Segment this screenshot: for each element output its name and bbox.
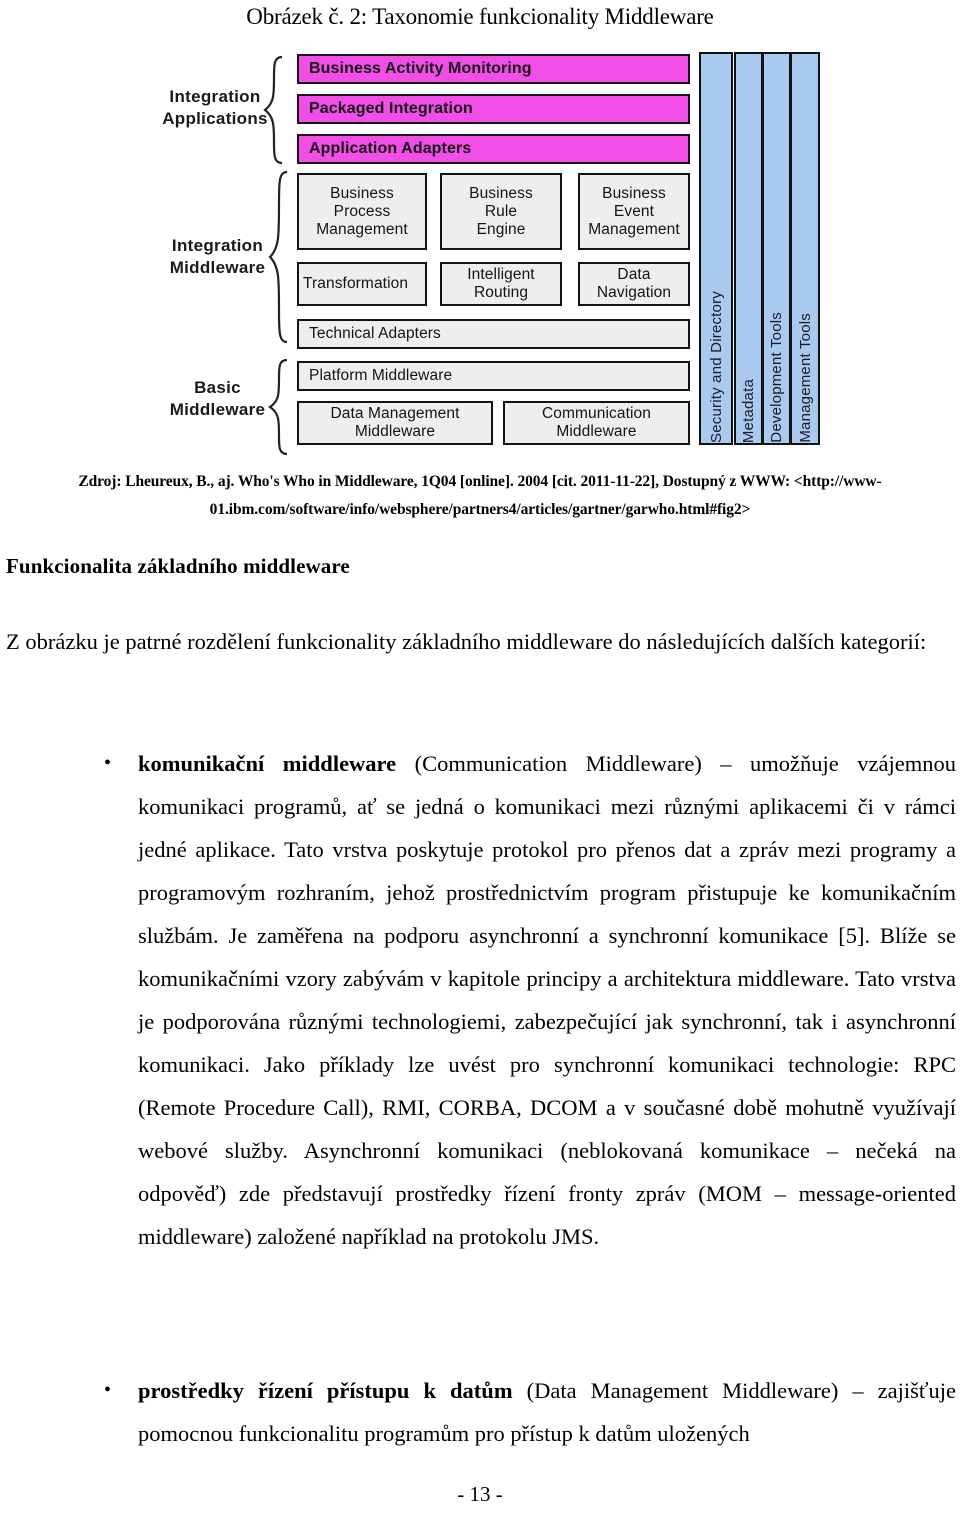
box-communication-middleware: Communication Middleware	[503, 401, 690, 445]
box-label-lines: Data Navigation	[580, 266, 688, 302]
box-label-lines: Data Management Middleware	[299, 405, 491, 441]
bullet-term: komunikační middleware	[138, 751, 397, 776]
box-label-line1: Business	[469, 184, 533, 202]
box-transformation: Transformation	[297, 262, 427, 306]
box-label-line3: Management	[588, 220, 680, 238]
figure-source-citation: Zdroj: Lheureux, B., aj. Who's Who in Mi…	[30, 468, 930, 524]
tier1-label-line1: Integration	[169, 87, 261, 106]
bullet-item-communication-middleware: • komunikační middleware (Communication …	[6, 742, 958, 1258]
box-label-line1: Transformation	[303, 275, 409, 292]
box-label-line2: Routing	[473, 284, 529, 301]
column-development-tools: Development Tools	[762, 52, 791, 445]
brace-integration-middleware	[267, 170, 289, 345]
box-label-lines: Platform Middleware	[309, 367, 688, 385]
box-platform-middleware: Platform Middleware	[297, 361, 690, 391]
tier3-label-line2: Middleware	[169, 400, 266, 419]
bullet-term: prostředky řízení přístupu k datům	[138, 1378, 513, 1403]
box-label-line1: Communication	[542, 405, 651, 422]
tier-label-integration-middleware: Integration Middleware	[150, 235, 285, 279]
column-management-tools: Management Tools	[790, 52, 820, 445]
box-label-lines: Transformation	[303, 275, 425, 293]
box-label: Business Activity Monitoring	[309, 60, 532, 77]
brace-basic-middleware	[267, 358, 289, 456]
source-line-2: 01.ibm.com/software/info/websphere/partn…	[209, 501, 751, 518]
box-label-line3: Management	[316, 220, 408, 238]
bullet-marker: •	[104, 752, 112, 774]
box-label-lines: Business Rule Engine	[442, 185, 560, 239]
box-label-line2: Rule	[484, 202, 518, 220]
box-business-activity-monitoring: Business Activity Monitoring	[297, 54, 690, 84]
box-label-line2: Event	[613, 202, 655, 220]
box-label: Application Adapters	[309, 140, 472, 157]
column-security-and-directory: Security and Directory	[699, 52, 733, 445]
box-data-navigation: Data Navigation	[578, 262, 690, 306]
box-label-lines: Business Event Management	[580, 185, 688, 239]
column-label: Security and Directory	[707, 291, 725, 443]
bullet-marker: •	[104, 1379, 112, 1401]
box-label: Packaged Integration	[309, 100, 473, 117]
box-business-event-management: Business Event Management	[578, 173, 690, 250]
box-label-line1: Business	[330, 184, 394, 202]
box-label-lines: Business Process Management	[299, 185, 425, 239]
tier-label-basic-middleware: Basic Middleware	[150, 377, 285, 421]
box-label-line2: Middleware	[354, 423, 436, 440]
figure-caption: Obrázek č. 2: Taxonomie funkcionality Mi…	[246, 4, 714, 29]
box-label-line3: Engine	[476, 220, 526, 238]
box-application-adapters: Application Adapters	[297, 134, 690, 164]
column-label: Development Tools	[768, 312, 785, 443]
box-label-line1: Data Management	[330, 405, 460, 422]
column-metadata: Metadata	[734, 52, 763, 445]
box-intelligent-routing: Intelligent Routing	[440, 262, 562, 306]
box-label-line1: Data	[617, 266, 651, 283]
page-number: - 13 -	[457, 1482, 503, 1506]
tier2-label-line1: Integration	[171, 236, 264, 255]
tier1-label-line2: Applications	[162, 109, 268, 128]
box-label-line1: Intelligent	[467, 266, 535, 283]
middleware-taxonomy-diagram: Integration Applications Business Activi…	[0, 42, 960, 457]
bullet-text: komunikační middleware (Communication Mi…	[138, 742, 958, 1258]
box-label-lines: Technical Adapters	[309, 325, 688, 343]
bullet-description: (Communication Middleware) – umožňuje vz…	[138, 751, 956, 1249]
box-label: Platform Middleware	[309, 367, 453, 384]
box-business-process-management: Business Process Management	[297, 173, 427, 250]
box-label-line2: Middleware	[556, 423, 637, 440]
box-packaged-integration: Packaged Integration	[297, 94, 690, 124]
box-technical-adapters: Technical Adapters	[297, 319, 690, 349]
intro-paragraph: Z obrázku je patrné rozdělení funkcional…	[6, 629, 927, 654]
box-label-lines: Intelligent Routing	[442, 266, 560, 302]
bullet-text: prostředky řízení přístupu k datům (Data…	[138, 1369, 958, 1455]
bullet-item-data-management-middleware: • prostředky řízení přístupu k datům (Da…	[6, 1369, 958, 1455]
tier-label-integration-applications: Integration Applications	[150, 86, 280, 130]
column-label: Management Tools	[796, 313, 814, 443]
box-label-lines: Communication Middleware	[505, 405, 688, 441]
box-label-line2: Navigation	[596, 284, 672, 301]
tier2-label-line2: Middleware	[169, 258, 266, 277]
box-label: Technical Adapters	[309, 325, 441, 342]
box-label-line2: Process	[333, 202, 391, 220]
section-heading: Funkcionalita základního middleware	[6, 554, 350, 578]
box-label-line1: Business	[602, 184, 666, 202]
box-business-rule-engine: Business Rule Engine	[440, 173, 562, 250]
source-line-1: : Lheureux, B., aj. Who's Who in Middlew…	[116, 473, 882, 490]
box-data-management-middleware: Data Management Middleware	[297, 401, 493, 445]
brace-integration-applications	[262, 55, 284, 165]
tier3-label-line1: Basic	[194, 378, 241, 397]
source-label: Zdroj	[78, 473, 117, 490]
column-label: Metadata	[740, 378, 757, 443]
